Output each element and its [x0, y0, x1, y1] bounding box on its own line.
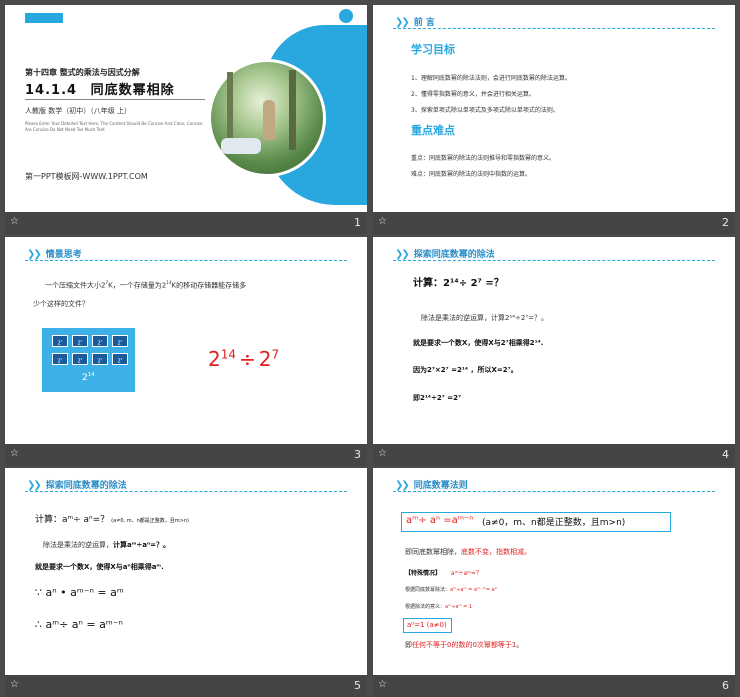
slide-footer: ☆ 6: [373, 675, 735, 697]
special-derivation-2: 根据除法的意义：aᵐ÷aᵐ = 1: [405, 604, 473, 610]
header-dash: [393, 491, 715, 492]
slide-6[interactable]: ❯❯ 同底数幂法则 aᵐ÷ aⁿ =aᵐ⁻ⁿ (a≠0，m、n都是正整数，且m>n…: [373, 468, 735, 697]
blurb-text: Please Enter Your Detailed Text Here, Th…: [25, 121, 203, 132]
slide-number: 5: [354, 679, 361, 692]
file-tile: 27: [112, 353, 128, 365]
slide-number: 4: [722, 448, 729, 461]
chevron-icon: ❯❯: [395, 480, 410, 491]
text-line: 因为2⁷×2⁷ =2¹⁴ ，所以X=2⁷。: [413, 366, 518, 374]
file-grid: 27 27 27 27 27 27 27 27: [52, 335, 128, 369]
goal-title: 学习目标: [411, 43, 455, 56]
star-icon: ☆: [10, 448, 19, 459]
slide-footer: ☆ 5: [5, 675, 367, 697]
slide-footer: ☆ 4: [373, 444, 735, 466]
slide-header: ❯❯ 同底数幂法则: [395, 480, 468, 491]
site-text: 第一PPT模板网-WWW.1PPT.COM: [25, 172, 148, 181]
goal-item: 2、懂得零指数幂的意义，并会进行相关运算。: [411, 91, 535, 98]
title-text: 同底数幂相除: [90, 83, 175, 98]
slide-header: ❯❯ 探索同底数幂的除法: [395, 249, 495, 260]
star-icon: ☆: [378, 448, 387, 459]
conclusion-line: 即任何不等于0的数的0次幂都等于1。: [405, 641, 524, 649]
formula-because: ∵ aⁿ • aᵐ⁻ⁿ = aᵐ: [35, 586, 124, 599]
text-line: 就是要求一个数X，使得X与aⁿ相乘得aᵐ.: [35, 563, 164, 571]
problem-line-1: 一个压缩文件大小27K，一个存储量为214K的移动存储器能存储多: [45, 280, 247, 290]
file-tile: 27: [92, 335, 108, 347]
slide-5[interactable]: ❯❯ 探索同底数幂的除法 计算：aᵐ÷ aⁿ=？ (a≠0, m、n都是正整数，且m…: [5, 468, 367, 697]
slide-footer: ☆ 3: [5, 444, 367, 466]
star-icon: ☆: [378, 679, 387, 690]
text-line: 除法是乘法的逆运算，计算2¹⁴÷2⁷=？。: [421, 314, 549, 322]
slide-number: 3: [354, 448, 361, 461]
slide-number: 1: [354, 216, 361, 229]
file-tile: 27: [72, 335, 88, 347]
star-icon: ☆: [378, 216, 387, 227]
file-tile: 27: [112, 335, 128, 347]
girl-figure: [263, 100, 275, 140]
file-tile: 27: [72, 353, 88, 365]
slide-footer: ☆ 2: [373, 212, 735, 234]
edition-text: 人教版 数学（初中）（八年级 上）: [25, 107, 131, 115]
title-line: 14.1.4 同底数幂相除: [25, 79, 175, 98]
photo-circle: [208, 59, 326, 177]
tree-trunks: [289, 70, 296, 150]
slide-3[interactable]: ❯❯ 情景思考 一个压缩文件大小27K，一个存储量为214K的移动存储器能存储多 …: [5, 237, 367, 466]
chevron-icon: ❯❯: [395, 249, 410, 260]
division-expression: 214 ÷ 27: [208, 347, 280, 371]
calc-line: 计算：aᵐ÷ aⁿ=？ (a≠0, m、n都是正整数，且m>n): [35, 515, 189, 525]
star-icon: ☆: [10, 679, 19, 690]
chevron-icon: ❯❯: [27, 480, 42, 491]
chapter-text: 第十四章 整式的乘法与因式分解: [25, 68, 140, 77]
slide-header: ❯❯ 前 言: [395, 17, 435, 28]
slide-header: ❯❯ 探索同底数幂的除法: [27, 480, 127, 491]
star-icon: ☆: [10, 216, 19, 227]
key-title: 重点难点: [411, 124, 455, 137]
file-tile: 27: [92, 353, 108, 365]
slide-number: 6: [722, 679, 729, 692]
file-tile: 27: [52, 335, 68, 347]
top-right-dot: [339, 9, 353, 23]
special-case: 【特殊情况】 aᵐ÷aᵐ=？: [405, 570, 482, 577]
storage-box: 27 27 27 27 27 27 27 27 214: [42, 328, 135, 392]
header-dash: [25, 491, 347, 492]
top-left-bar: [25, 13, 63, 23]
slide-number: 2: [722, 216, 729, 229]
header-dash: [393, 260, 715, 261]
rule-formula: aᵐ÷ aⁿ =aᵐ⁻ⁿ: [406, 515, 474, 526]
problem-line-2: 少个这样的文件？: [33, 300, 89, 308]
title-underline: [25, 99, 205, 100]
slide-4[interactable]: ❯❯ 探索同底数幂的除法 计算：2¹⁴÷ 2⁷ =？ 除法是乘法的逆运算，计算2¹…: [373, 237, 735, 466]
key-point: 重点：同底数幂的除法的法则推导和零指数幂的意义。: [411, 155, 556, 162]
slide-header: ❯❯ 情景思考: [27, 249, 82, 260]
rule-condition: (a≠0，m、n都是正整数，且m>n): [482, 518, 626, 528]
chevron-icon: ❯❯: [395, 17, 410, 28]
file-tile: 27: [52, 353, 68, 365]
children-figures: [221, 138, 261, 154]
key-point: 难点：同底数幂的除法的法则中指数的运算。: [411, 171, 532, 178]
text-line: 除法是乘法的逆运算，计算aᵐ÷aⁿ=？。: [43, 541, 171, 549]
header-dash: [25, 260, 347, 261]
box-total-label: 214: [82, 372, 95, 383]
text-line: 就是要求一个数X，使得X与2⁷相乘得2¹⁴.: [413, 339, 544, 347]
formula-therefore: ∴ aᵐ÷ aⁿ = aᵐ⁻ⁿ: [35, 618, 123, 631]
rule-explanation: 即同底数幂相除，底数不变，指数相减。: [405, 548, 531, 556]
tree-trunks: [227, 72, 233, 142]
rule-box: aᵐ÷ aⁿ =aᵐ⁻ⁿ (a≠0，m、n都是正整数，且m>n): [401, 512, 671, 532]
goal-item: 3、探索单项式除以单项式及多项式除以单项式的法则。: [411, 107, 559, 114]
special-derivation-1: 根据同底数幂除法：aᵐ÷aᵐ = aᵐ⁻ᵐ= a⁰: [405, 587, 497, 593]
text-line: 即2¹⁴÷2⁷ =2⁷: [413, 394, 462, 402]
slide-footer: ☆ 1: [5, 212, 367, 234]
calc-line: 计算：2¹⁴÷ 2⁷ =？: [413, 278, 504, 289]
header-dash: [393, 28, 715, 29]
title-number: 14.1.4: [25, 83, 78, 98]
goal-item: 1、理解同底数幂的除法法则，会进行同底数幂的除法运算。: [411, 75, 571, 82]
chevron-icon: ❯❯: [27, 249, 42, 260]
slide-1[interactable]: 第十四章 整式的乘法与因式分解 14.1.4 同底数幂相除 人教版 数学（初中）…: [5, 5, 367, 234]
zero-exponent-box: a⁰=1 (a≠0): [403, 618, 452, 633]
slide-2[interactable]: ❯❯ 前 言 学习目标 1、理解同底数幂的除法法则，会进行同底数幂的除法运算。 2…: [373, 5, 735, 234]
